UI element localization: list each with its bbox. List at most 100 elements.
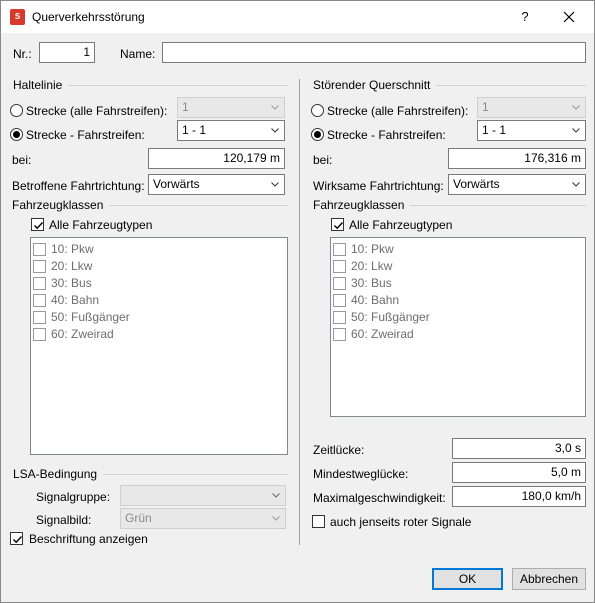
left-bei-input[interactable]: 120,179 m bbox=[148, 148, 285, 169]
vehicle-class-checkbox[interactable] bbox=[333, 311, 346, 324]
right-all-vehicle-types-checkbox[interactable] bbox=[331, 218, 344, 231]
window-title: Querverkehrsstörung bbox=[32, 10, 145, 24]
ok-button[interactable]: OK bbox=[432, 568, 503, 590]
right-vehicle-classes-title: Fahrzeugklassen bbox=[313, 198, 411, 212]
vehicle-class-label: 30: Bus bbox=[351, 276, 392, 290]
min-gap-input[interactable]: 5,0 m bbox=[452, 462, 586, 483]
left-all-vehicle-types-checkbox[interactable] bbox=[31, 218, 44, 231]
signal-image-select: Grün bbox=[120, 508, 286, 529]
right-all-lanes-value: 1 bbox=[482, 100, 489, 114]
left-direction-value: Vorwärts bbox=[153, 177, 200, 191]
chevron-down-icon bbox=[271, 128, 279, 133]
vehicle-class-label: 40: Bahn bbox=[51, 293, 100, 307]
vehicle-class-checkbox[interactable] bbox=[333, 277, 346, 290]
vehicle-class-checkbox[interactable] bbox=[333, 328, 346, 341]
vehicle-class-checkbox[interactable] bbox=[33, 294, 46, 307]
left-direction-select[interactable]: Vorwärts bbox=[148, 174, 285, 195]
min-gap-label: Mindestweglücke: bbox=[313, 467, 409, 481]
beyond-red-signals-checkbox[interactable] bbox=[312, 515, 325, 528]
vehicle-class-checkbox[interactable] bbox=[33, 277, 46, 290]
column-separator bbox=[299, 79, 300, 545]
dialog-window: S Querverkehrsstörung ? Nr.: 1 Name: Hal… bbox=[0, 0, 595, 603]
checkmark-icon bbox=[13, 536, 23, 544]
chevron-down-icon bbox=[572, 182, 580, 187]
vehicle-class-label: 60: Zweirad bbox=[351, 327, 414, 341]
name-input[interactable] bbox=[162, 42, 586, 63]
right-direction-select[interactable]: Vorwärts bbox=[448, 174, 586, 195]
chevron-down-icon bbox=[572, 128, 580, 133]
vehicle-class-checkbox[interactable] bbox=[333, 243, 346, 256]
vehicle-class-checkbox[interactable] bbox=[33, 328, 46, 341]
show-label-checkbox[interactable] bbox=[10, 532, 23, 545]
left-bei-label: bei: bbox=[12, 153, 32, 167]
vehicle-class-label: 20: Lkw bbox=[351, 259, 393, 273]
haltelinie-group-title: Haltelinie bbox=[13, 78, 69, 92]
vehicle-class-label: 60: Zweirad bbox=[51, 327, 114, 341]
max-speed-input[interactable]: 180,0 km/h bbox=[452, 486, 586, 507]
chevron-down-icon bbox=[271, 182, 279, 187]
nr-label: Nr.: bbox=[13, 47, 32, 61]
lsa-group-title: LSA-Bedingung bbox=[13, 467, 104, 481]
vehicle-class-checkbox[interactable] bbox=[333, 294, 346, 307]
chevron-down-icon bbox=[271, 105, 279, 110]
right-radio-all-lanes[interactable] bbox=[311, 104, 324, 117]
right-all-lanes-select: 1 bbox=[477, 97, 586, 118]
title-bar: S Querverkehrsstörung ? bbox=[1, 1, 594, 33]
right-radio-lane-label: Strecke - Fahrstreifen: bbox=[327, 128, 446, 142]
chevron-down-icon bbox=[572, 105, 580, 110]
signal-image-label: Signalbild: bbox=[36, 513, 92, 527]
left-all-lanes-value: 1 bbox=[182, 100, 189, 114]
beyond-red-signals-label: auch jenseits roter Signale bbox=[330, 515, 472, 529]
cancel-button[interactable]: Abbrechen bbox=[512, 568, 586, 590]
right-lane-select[interactable]: 1 - 1 bbox=[477, 120, 586, 141]
left-radio-all-lanes[interactable] bbox=[10, 104, 23, 117]
checkmark-icon bbox=[34, 222, 44, 230]
app-icon: S bbox=[10, 9, 25, 25]
vehicle-class-label: 40: Bahn bbox=[351, 293, 400, 307]
vehicle-class-label: 50: Fußgänger bbox=[51, 310, 130, 324]
gap-time-label: Zeitlücke: bbox=[313, 443, 365, 457]
signal-group-select bbox=[120, 485, 286, 506]
help-button[interactable]: ? bbox=[513, 5, 537, 29]
right-bei-input[interactable]: 176,316 m bbox=[448, 148, 586, 169]
left-radio-all-lanes-label: Strecke (alle Fahrstreifen): bbox=[26, 104, 168, 118]
vehicle-class-label: 30: Bus bbox=[51, 276, 92, 290]
left-vehicle-class-list[interactable]: 10: Pkw 20: Lkw 30: Bus 40: Bahn 50: Fuß… bbox=[30, 237, 288, 455]
left-radio-lane-label: Strecke - Fahrstreifen: bbox=[26, 128, 145, 142]
chevron-down-icon bbox=[272, 516, 280, 521]
signal-group-label: Signalgruppe: bbox=[36, 490, 111, 504]
left-all-vehicle-types-label: Alle Fahrzeugtypen bbox=[49, 218, 153, 232]
close-icon bbox=[563, 11, 575, 23]
chevron-down-icon bbox=[272, 493, 280, 498]
nr-input[interactable]: 1 bbox=[39, 42, 95, 63]
gap-time-input[interactable]: 3,0 s bbox=[452, 438, 586, 459]
show-label-text: Beschriftung anzeigen bbox=[29, 532, 148, 546]
right-radio-lane[interactable] bbox=[311, 128, 324, 141]
vehicle-class-label: 50: Fußgänger bbox=[351, 310, 430, 324]
vehicle-class-checkbox[interactable] bbox=[33, 260, 46, 273]
right-lane-value: 1 - 1 bbox=[482, 123, 507, 137]
vehicle-class-label: 10: Pkw bbox=[351, 242, 394, 256]
right-vehicle-class-list[interactable]: 10: Pkw 20: Lkw 30: Bus 40: Bahn 50: Fuß… bbox=[330, 237, 586, 417]
checkmark-icon bbox=[334, 222, 344, 230]
vehicle-class-checkbox[interactable] bbox=[33, 243, 46, 256]
vehicle-class-checkbox[interactable] bbox=[333, 260, 346, 273]
left-direction-label: Betroffene Fahrtrichtung: bbox=[12, 179, 145, 193]
vehicle-class-label: 10: Pkw bbox=[51, 242, 94, 256]
right-radio-all-lanes-label: Strecke (alle Fahrstreifen): bbox=[327, 104, 469, 118]
left-lane-value: 1 - 1 bbox=[182, 123, 207, 137]
right-direction-value: Vorwärts bbox=[453, 177, 500, 191]
left-lane-select[interactable]: 1 - 1 bbox=[177, 120, 285, 141]
close-button[interactable] bbox=[557, 5, 581, 29]
right-bei-label: bei: bbox=[313, 153, 333, 167]
signal-image-value: Grün bbox=[125, 511, 152, 525]
left-vehicle-classes-title: Fahrzeugklassen bbox=[12, 198, 110, 212]
right-all-vehicle-types-label: Alle Fahrzeugtypen bbox=[349, 218, 453, 232]
right-direction-label: Wirksame Fahrtrichtung: bbox=[313, 179, 444, 193]
vehicle-class-checkbox[interactable] bbox=[33, 311, 46, 324]
querschnitt-group-title: Störender Querschnitt bbox=[313, 78, 437, 92]
max-speed-label: Maximalgeschwindigkeit: bbox=[313, 491, 446, 505]
left-all-lanes-select: 1 bbox=[177, 97, 285, 118]
name-label: Name: bbox=[120, 47, 156, 61]
left-radio-lane[interactable] bbox=[10, 128, 23, 141]
